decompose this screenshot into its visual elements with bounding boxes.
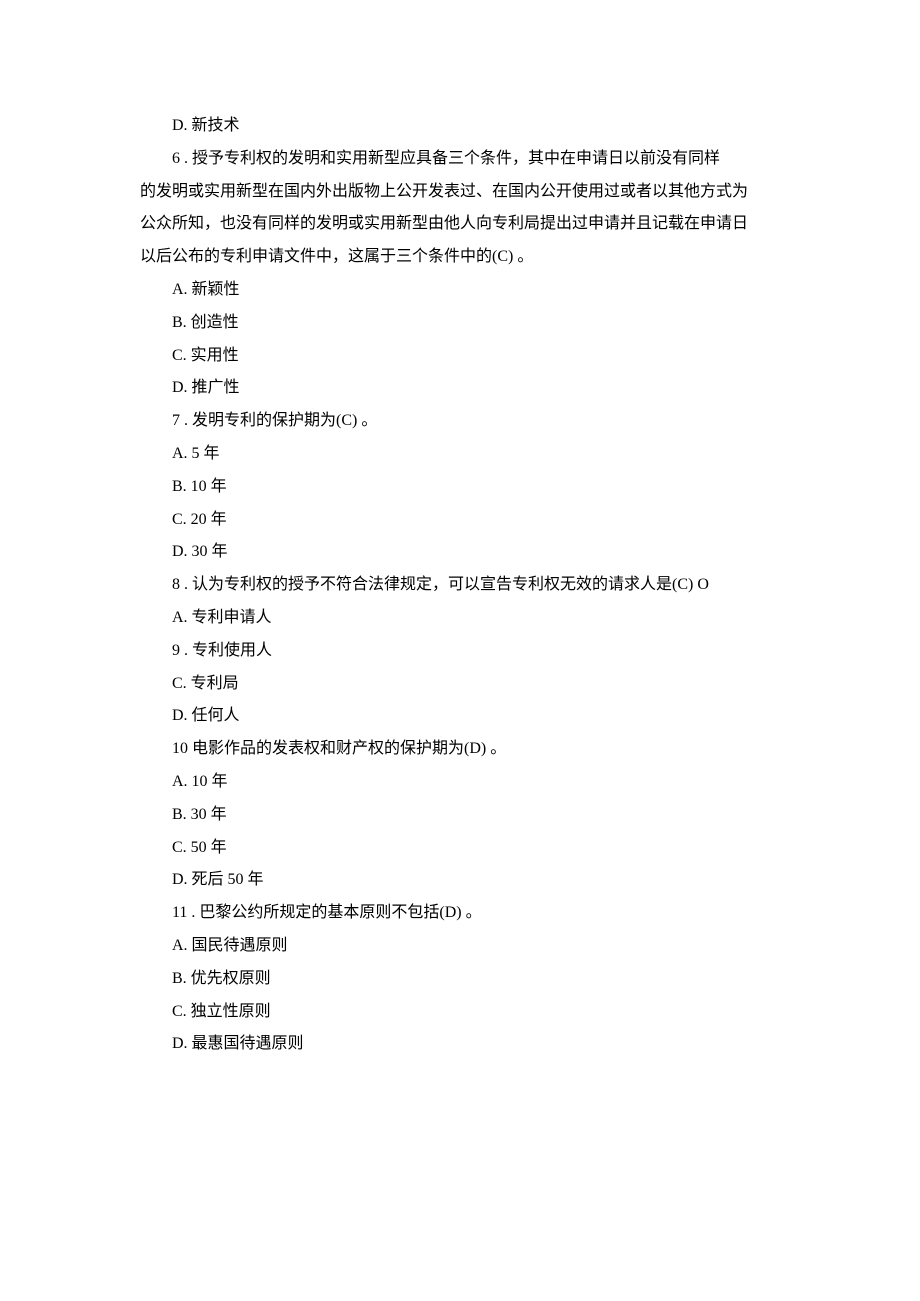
text-line: 10 电影作品的发表权和财产权的保护期为(D) 。 bbox=[140, 733, 780, 766]
text-line: 7 . 发明专利的保护期为(C) 。 bbox=[140, 405, 780, 438]
document-page: D. 新技术 6 . 授予专利权的发明和实用新型应具备三个条件，其中在申请日以前… bbox=[0, 0, 920, 1161]
text-line: 11 . 巴黎公约所规定的基本原则不包括(D) 。 bbox=[140, 897, 780, 930]
text-line: C. 50 年 bbox=[140, 832, 780, 865]
text-line: 以后公布的专利申请文件中，这属于三个条件中的(C) 。 bbox=[140, 241, 780, 274]
text-line: C. 独立性原则 bbox=[140, 996, 780, 1029]
text-line: 9 . 专利使用人 bbox=[140, 635, 780, 668]
text-line: D. 推广性 bbox=[140, 372, 780, 405]
text-line: A. 5 年 bbox=[140, 438, 780, 471]
text-line: 公众所知，也没有同样的发明或实用新型由他人向专利局提出过申请并且记载在申请日 bbox=[140, 208, 780, 241]
text-line: A. 专利申请人 bbox=[140, 602, 780, 635]
text-line: D. 新技术 bbox=[140, 110, 780, 143]
text-line: D. 30 年 bbox=[140, 536, 780, 569]
text-line: D. 死后 50 年 bbox=[140, 864, 780, 897]
text-line: D. 最惠国待遇原则 bbox=[140, 1028, 780, 1061]
text-line: C. 20 年 bbox=[140, 504, 780, 537]
text-line: A. 国民待遇原则 bbox=[140, 930, 780, 963]
text-line: D. 任何人 bbox=[140, 700, 780, 733]
text-line: A. 新颖性 bbox=[140, 274, 780, 307]
text-line: 8 . 认为专利权的授予不符合法律规定，可以宣告专利权无效的请求人是(C) O bbox=[140, 569, 780, 602]
text-line: B. 10 年 bbox=[140, 471, 780, 504]
text-line: 6 . 授予专利权的发明和实用新型应具备三个条件，其中在申请日以前没有同样 bbox=[140, 143, 780, 176]
text-line: C. 专利局 bbox=[140, 668, 780, 701]
text-line: C. 实用性 bbox=[140, 340, 780, 373]
text-line: B. 优先权原则 bbox=[140, 963, 780, 996]
text-line: B. 30 年 bbox=[140, 799, 780, 832]
text-line: A. 10 年 bbox=[140, 766, 780, 799]
text-line: B. 创造性 bbox=[140, 307, 780, 340]
text-line: 的发明或实用新型在国内外出版物上公开发表过、在国内公开使用过或者以其他方式为 bbox=[140, 176, 780, 209]
